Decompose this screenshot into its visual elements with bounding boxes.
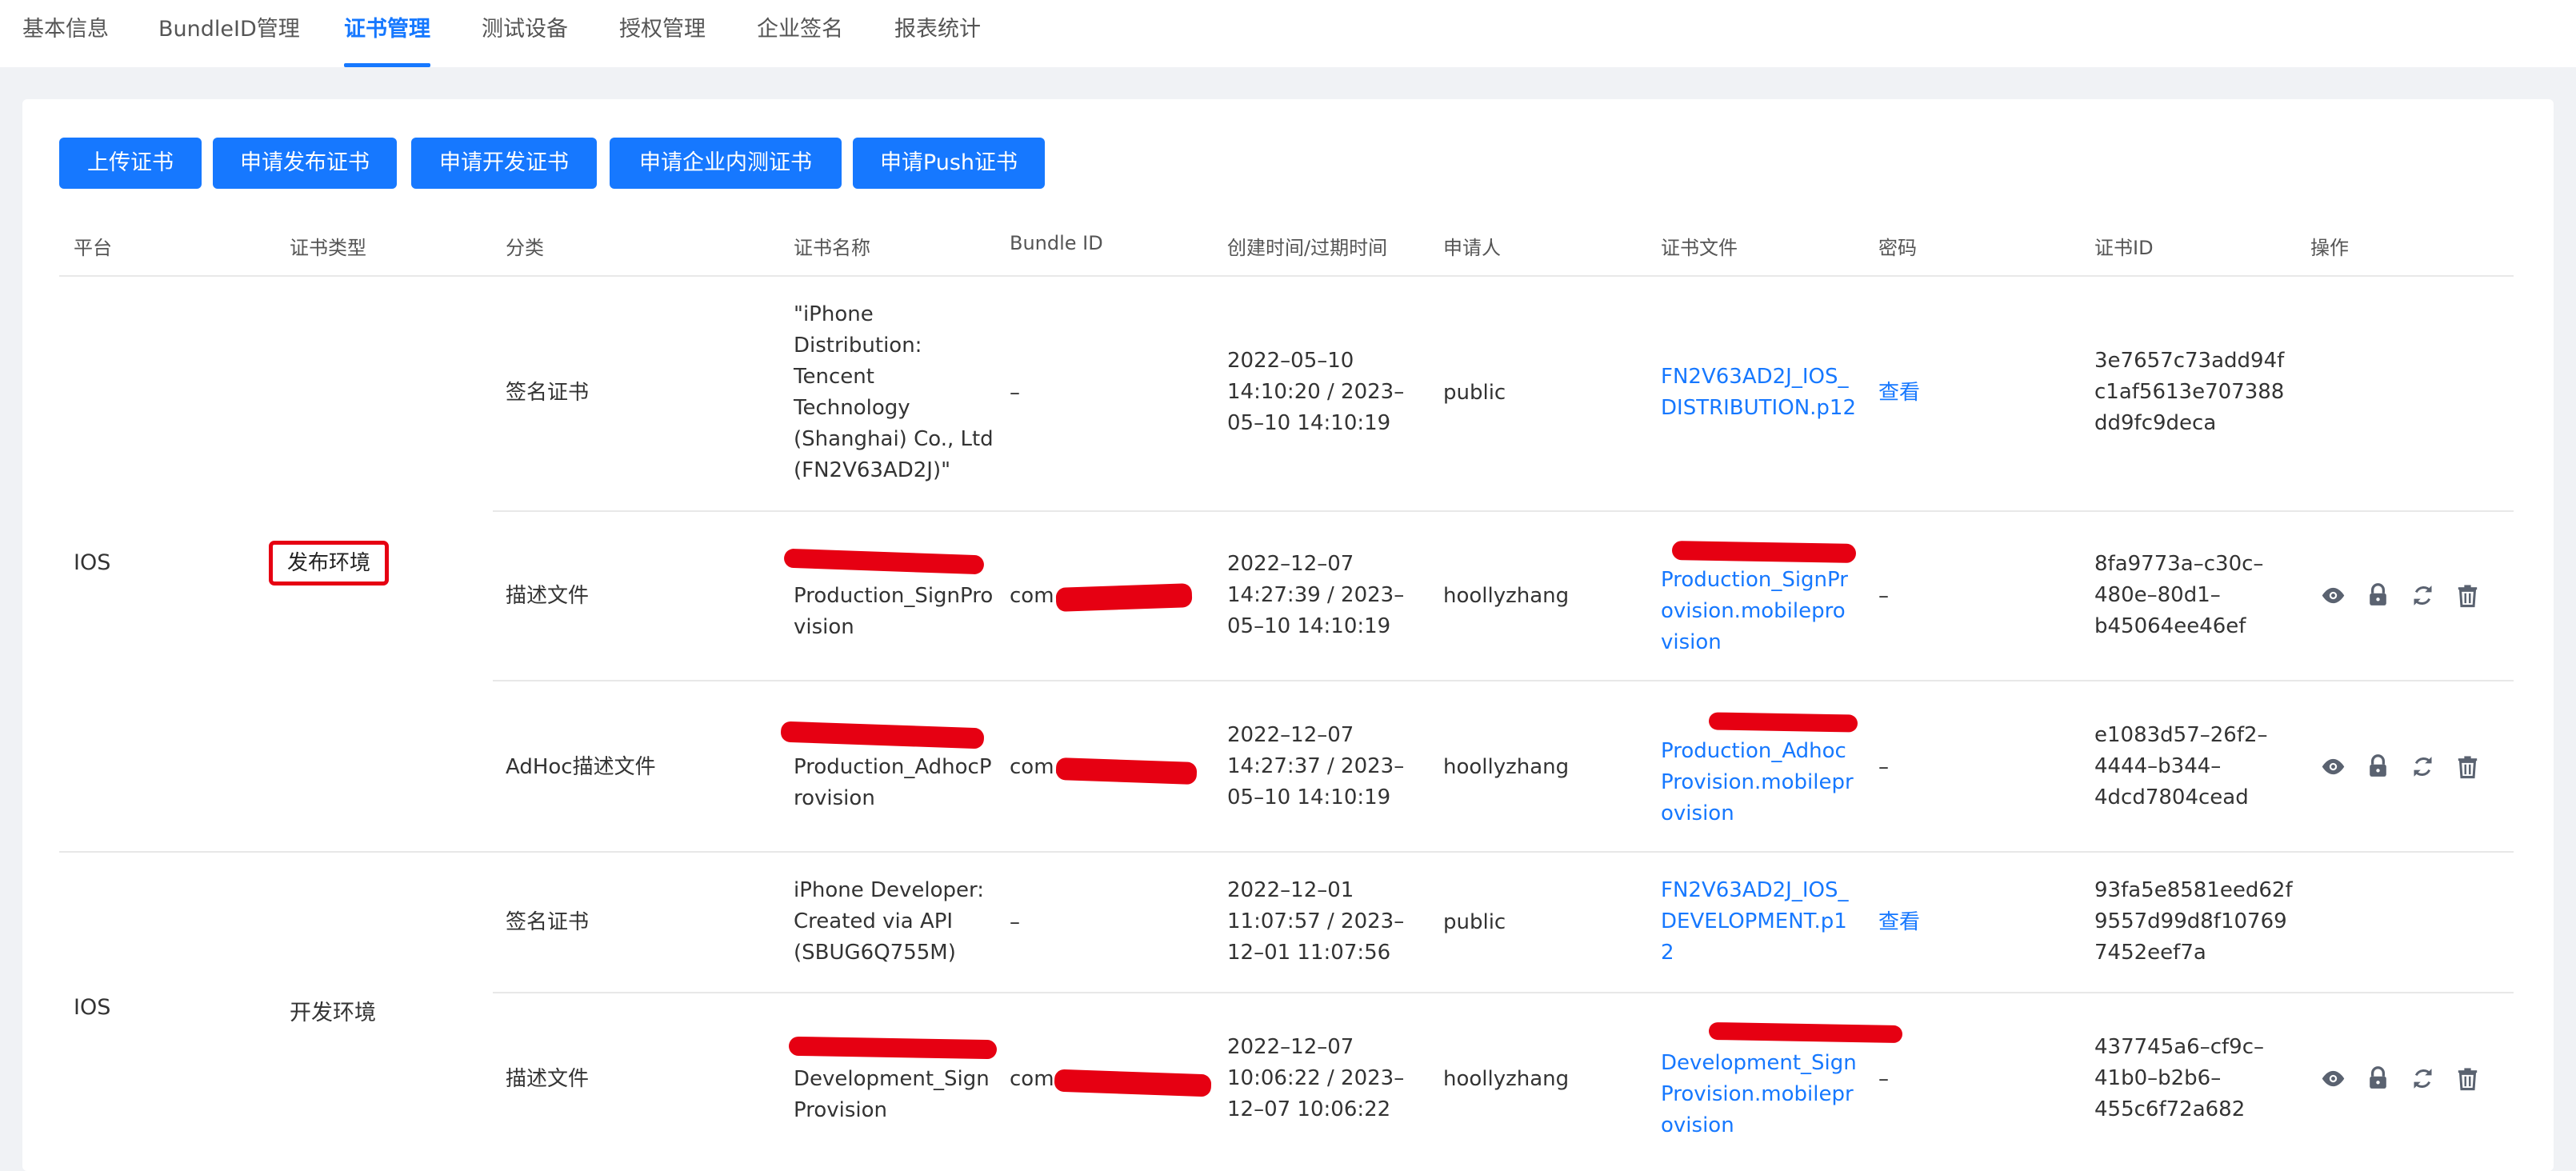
cert-file-link[interactable]: FN2V63AD2J_IOS_DEVELOPMENT.p12 — [1661, 875, 1857, 969]
row-actions — [2320, 1065, 2481, 1092]
applicant-cell: public — [1443, 910, 1506, 934]
time-cell: 2022–12–01 11:07:57 / 2023–12–01 11:07:5… — [1227, 878, 1405, 965]
refresh-icon[interactable] — [2410, 753, 2436, 780]
applicant-cell: hoollyzhang — [1443, 1067, 1570, 1091]
col-cert-name: 证书名称 — [794, 237, 870, 259]
apply-dist-cert-button[interactable]: 申请发布证书 — [213, 138, 397, 189]
col-category: 分类 — [506, 237, 544, 259]
eye-icon[interactable] — [2320, 753, 2346, 780]
cert-name-cell: iPhone Developer: Created via API (SBUG6… — [794, 878, 985, 965]
cert-file-link[interactable]: Production_AdhocProvision.mobileprovisio… — [1661, 736, 1857, 829]
cert-id-cell: 8fa9773a–c30c–480e–80d1–b45064ee46ef — [2094, 552, 2264, 638]
tab-basic-info[interactable]: 基本信息 — [22, 0, 109, 67]
applicant-cell: hoollyzhang — [1443, 584, 1570, 608]
row-divider — [493, 992, 2514, 993]
time-cell: 2022–12–07 10:06:22 / 2023–12–07 10:06:2… — [1227, 1035, 1405, 1121]
time-cell: 2022–12–07 14:27:39 / 2023–05–10 14:10:1… — [1227, 552, 1405, 638]
header-divider — [59, 275, 2514, 277]
col-cert-type: 证书类型 — [290, 237, 366, 259]
tab-bundleid[interactable]: BundleID管理 — [158, 0, 300, 67]
cert-type-cell: 开发环境 — [290, 1001, 376, 1025]
platform-cell: IOS — [74, 550, 111, 575]
time-cell: 2022–12–07 14:27:37 / 2023–05–10 14:10:1… — [1227, 723, 1405, 809]
col-cert-file: 证书文件 — [1661, 237, 1738, 259]
redaction-mark — [1708, 1021, 1903, 1044]
cert-id-cell: e1083d57–26f2–4444–b344–4dcd7804cead — [2094, 723, 2268, 809]
tab-enterprise-sign[interactable]: 企业签名 — [757, 0, 843, 67]
category-cell: AdHoc描述文件 — [506, 755, 656, 779]
lock-icon[interactable] — [2365, 582, 2391, 609]
eye-icon[interactable] — [2320, 1065, 2346, 1092]
tab-reports[interactable]: 报表统计 — [894, 0, 981, 67]
row-divider — [493, 680, 2514, 681]
category-cell: 描述文件 — [506, 1067, 590, 1091]
cert-name-cell: Development_SignProvision — [794, 1067, 990, 1122]
cert-id-cell: 437745a6–cf9c–41b0–b2b6–455c6f72a682 — [2094, 1035, 2265, 1121]
bundle-id-cell: com. — [1010, 755, 1061, 779]
view-password-link[interactable]: 查看 — [1878, 378, 1920, 409]
cert-file-link[interactable]: FN2V63AD2J_IOS_DISTRIBUTION.p12 — [1661, 362, 1857, 424]
cert-name-cell: Production_SignProvision — [794, 584, 994, 639]
refresh-icon[interactable] — [2410, 1065, 2436, 1092]
trash-icon[interactable] — [2454, 582, 2481, 609]
row-divider — [493, 510, 2514, 512]
cert-file-link[interactable]: Production_SignProvision.mobileprovision — [1661, 565, 1857, 658]
password-cell: – — [1878, 584, 1889, 608]
bundle-id-cell: com. — [1010, 1067, 1061, 1091]
cert-id-cell: 93fa5e8581eed62f9557d99d8f107697452eef7a — [2094, 878, 2293, 965]
group-divider — [59, 851, 2514, 853]
category-cell: 签名证书 — [506, 381, 590, 405]
applicant-cell: public — [1443, 381, 1506, 405]
tab-test-devices[interactable]: 测试设备 — [482, 0, 568, 67]
col-bundle-id: Bundle ID — [1010, 232, 1103, 254]
col-password: 密码 — [1878, 237, 1917, 259]
apply-push-cert-button[interactable]: 申请Push证书 — [853, 138, 1045, 189]
col-cert-id: 证书ID — [2094, 237, 2154, 259]
bundle-id-cell: com. — [1010, 584, 1061, 608]
view-password-link[interactable]: 查看 — [1878, 907, 1920, 938]
cert-type-cell-highlighted: 发布环境 — [269, 541, 389, 586]
trash-icon[interactable] — [2454, 1065, 2481, 1092]
apply-enterprise-cert-button[interactable]: 申请企业内测证书 — [610, 138, 842, 189]
lock-icon[interactable] — [2365, 753, 2391, 780]
col-applicant: 申请人 — [1443, 237, 1501, 259]
lock-icon[interactable] — [2365, 1065, 2391, 1092]
platform-cell: IOS — [74, 995, 111, 1020]
eye-icon[interactable] — [2320, 582, 2346, 609]
category-cell: 描述文件 — [506, 584, 590, 608]
redaction-mark — [1671, 540, 1857, 564]
cert-name-cell: Production_AdhocProvision — [794, 755, 992, 810]
password-cell: – — [1878, 1067, 1889, 1091]
refresh-icon[interactable] — [2410, 582, 2436, 609]
cert-name-cell: "iPhone Distribution: Tencent Technology… — [794, 302, 994, 482]
col-actions: 操作 — [2310, 237, 2349, 259]
top-nav: 基本信息 BundleID管理 证书管理 测试设备 授权管理 企业签名 报表统计 — [0, 0, 2576, 67]
bundle-id-cell: – — [1010, 381, 1020, 405]
trash-icon[interactable] — [2454, 753, 2481, 780]
cert-id-cell: 3e7657c73add94fc1af5613e707388dd9fc9deca — [2094, 349, 2285, 435]
category-cell: 签名证书 — [506, 910, 590, 934]
tab-certificates[interactable]: 证书管理 — [344, 0, 430, 67]
cert-file-link[interactable]: Development_SignProvision.mobileprovisio… — [1661, 1048, 1857, 1141]
password-cell: – — [1878, 755, 1889, 779]
redaction-mark — [1708, 712, 1858, 733]
apply-dev-cert-button[interactable]: 申请开发证书 — [411, 138, 597, 189]
active-tab-underline — [344, 63, 430, 67]
col-time: 创建时间/过期时间 — [1227, 237, 1388, 259]
bundle-id-cell: – — [1010, 910, 1020, 934]
row-actions — [2320, 753, 2481, 780]
row-actions — [2320, 582, 2481, 609]
col-platform: 平台 — [74, 237, 112, 259]
tab-authorization[interactable]: 授权管理 — [619, 0, 706, 67]
redaction-mark — [788, 1036, 998, 1060]
redaction-mark — [1055, 583, 1193, 612]
applicant-cell: hoollyzhang — [1443, 755, 1570, 779]
upload-cert-button[interactable]: 上传证书 — [59, 138, 202, 189]
time-cell: 2022–05–10 14:10:20 / 2023–05–10 14:10:1… — [1227, 349, 1405, 435]
tab-certificates-label: 证书管理 — [344, 17, 430, 42]
